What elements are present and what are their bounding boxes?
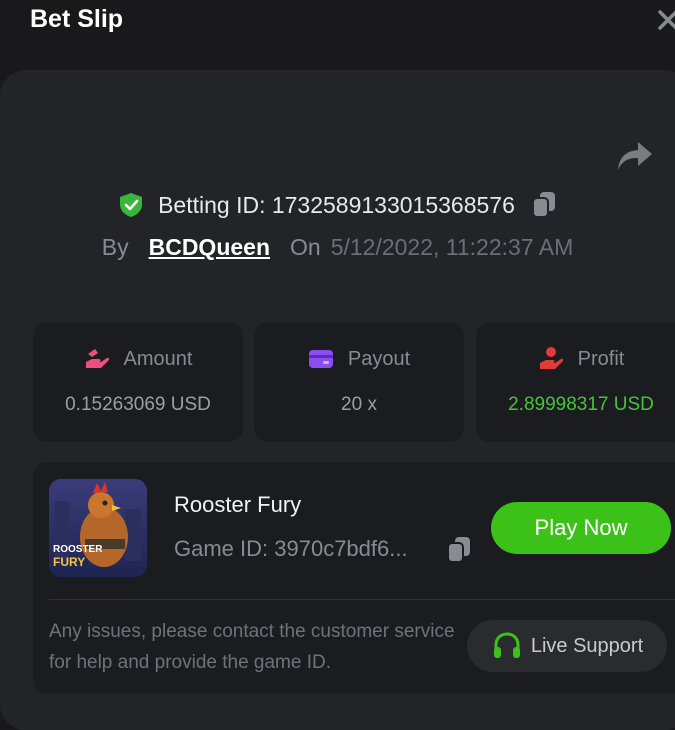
amount-value: 0.15263069 USD: [65, 394, 211, 415]
amount-card: Amount 0.15263069 USD: [33, 322, 243, 442]
live-support-label: Live Support: [530, 634, 644, 657]
profit-icon: [539, 347, 563, 369]
game-thumbnail[interactable]: ROOSTER FURY: [49, 479, 147, 577]
username-link[interactable]: BCDQueen: [149, 234, 270, 261]
payout-card: Payout 20 x: [254, 322, 464, 442]
profit-value: 2.89998317 USD: [508, 394, 654, 415]
betting-id-row: Betting ID: 1732589133015368576: [0, 188, 675, 222]
thumb-title-line2: FURY: [53, 555, 85, 569]
divider: [49, 599, 675, 600]
game-name: Rooster Fury: [174, 492, 302, 517]
share-icon[interactable]: [616, 140, 654, 172]
copy-icon[interactable]: [531, 191, 557, 219]
copy-icon[interactable]: [446, 536, 472, 564]
help-text: Any issues, please contact the customer …: [49, 621, 455, 673]
thumb-title-line1: ROOSTER: [53, 544, 103, 555]
payout-icon: [308, 350, 333, 368]
payout-value: 20 x: [341, 394, 377, 415]
betting-id: Betting ID: 1732589133015368576: [158, 191, 515, 218]
amount-label: Amount: [123, 347, 193, 370]
page-title: Bet Slip: [30, 5, 124, 33]
live-support-button[interactable]: Live Support: [467, 620, 667, 672]
payout-label: Payout: [347, 347, 411, 370]
game-id: Game ID: 3970c7bdf6...: [174, 536, 408, 561]
amount-icon: [85, 349, 109, 368]
profit-card: Profit 2.89998317 USD: [476, 322, 675, 442]
bet-meta-row: By BCDQueen On 5/12/2022, 11:22:37 AM: [0, 230, 675, 264]
bet-date: 5/12/2022, 11:22:37 AM: [330, 233, 574, 260]
shield-check-icon: [120, 193, 143, 217]
on-label: On: [290, 233, 321, 260]
profit-label: Profit: [577, 347, 625, 370]
play-now-button[interactable]: Play Now: [491, 502, 671, 554]
close-icon[interactable]: [656, 6, 675, 34]
headset-icon: [493, 632, 520, 658]
by-label: By: [101, 233, 129, 260]
